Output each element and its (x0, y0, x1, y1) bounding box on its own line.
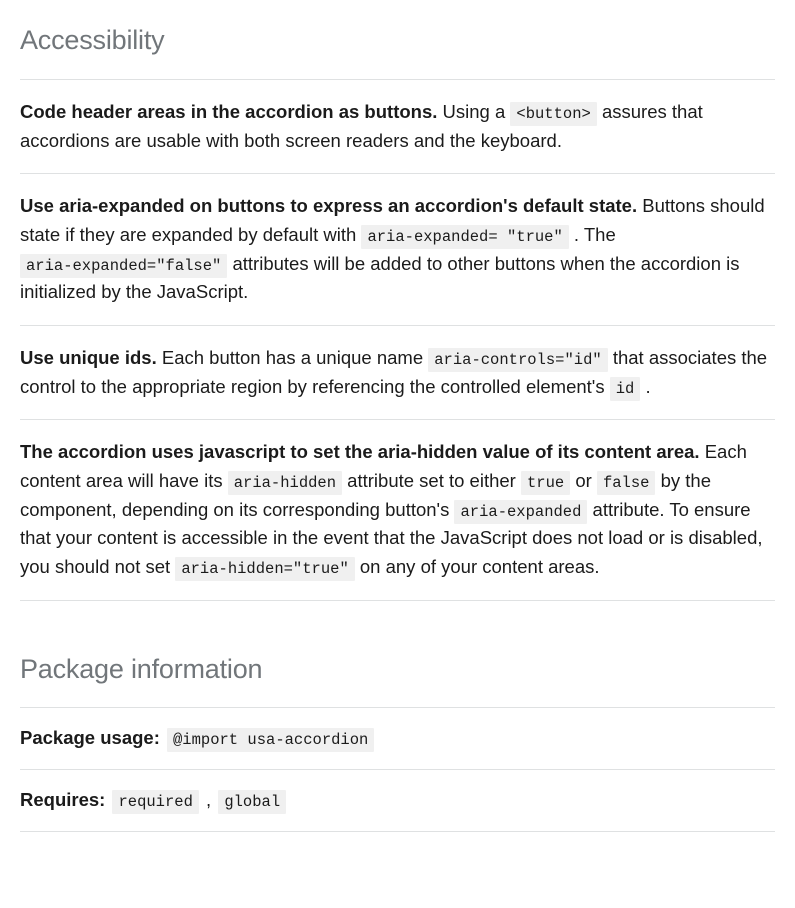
inline-code: aria-controls="id" (428, 348, 607, 372)
accessibility-item: The accordion uses javascript to set the… (20, 419, 775, 600)
accessibility-item-body: The accordion uses javascript to set the… (20, 441, 763, 577)
accessibility-item-body: Use unique ids. Each button has a unique… (20, 347, 767, 397)
inline-code: aria-expanded="false" (20, 254, 227, 278)
accessibility-item-body: Code header areas in the accordion as bu… (20, 101, 703, 151)
inline-code: aria-hidden (228, 471, 342, 495)
inline-code: false (597, 471, 656, 495)
inline-code: true (521, 471, 570, 495)
accessibility-bold: Use unique ids. (20, 347, 157, 368)
accessibility-text: Each button has a unique name (157, 347, 429, 368)
package-info-heading: Package information (20, 649, 775, 691)
inline-code: @import usa-accordion (167, 728, 374, 752)
package-requires-label: Requires: (20, 789, 105, 810)
spacer (20, 601, 775, 649)
inline-code: aria-expanded (454, 500, 587, 524)
accessibility-item: Use unique ids. Each button has a unique… (20, 325, 775, 420)
accessibility-item-body: Use aria-expanded on buttons to express … (20, 195, 765, 302)
accessibility-item: Code header areas in the accordion as bu… (20, 79, 775, 174)
separator: , (201, 789, 216, 810)
accessibility-text: . The (569, 224, 616, 245)
package-usage-row: Package usage: @import usa-accordion (20, 707, 775, 770)
accessibility-item: Use aria-expanded on buttons to express … (20, 173, 775, 326)
accessibility-text: on any of your content areas. (355, 556, 600, 577)
accessibility-bold: Code header areas in the accordion as bu… (20, 101, 437, 122)
accessibility-heading: Accessibility (20, 20, 775, 62)
accessibility-text: attribute set to either (342, 470, 521, 491)
inline-code: aria-expanded= "true" (361, 225, 568, 249)
accessibility-text: . (640, 376, 650, 397)
inline-code: id (610, 377, 641, 401)
inline-code: required (112, 790, 198, 814)
accessibility-text: or (570, 470, 597, 491)
accessibility-bold: The accordion uses javascript to set the… (20, 441, 700, 462)
package-usage-label: Package usage: (20, 727, 160, 748)
package-requires-row: Requires: required , global (20, 769, 775, 832)
inline-code: global (218, 790, 286, 814)
inline-code: aria-hidden="true" (175, 557, 354, 581)
accessibility-text: Using a (437, 101, 510, 122)
inline-code: <button> (510, 102, 596, 126)
accessibility-bold: Use aria-expanded on buttons to express … (20, 195, 637, 216)
